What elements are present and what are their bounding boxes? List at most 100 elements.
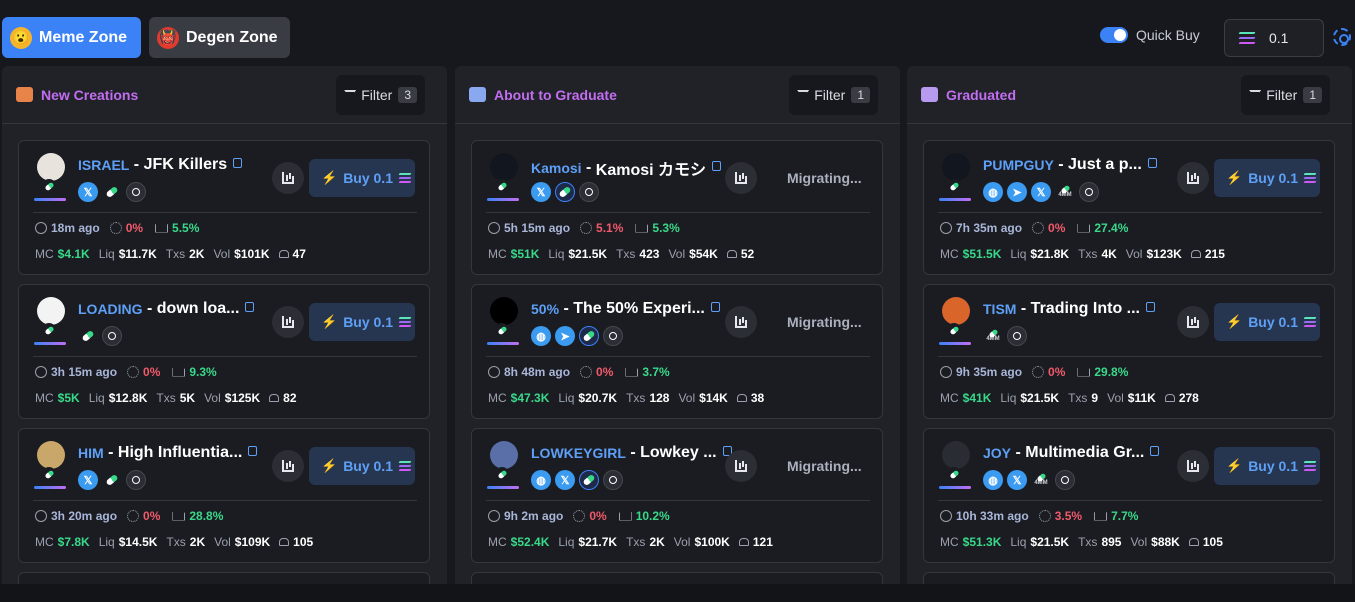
token-ticker[interactable]: 50% — [531, 301, 559, 317]
x-twitter-icon[interactable]: 𝕏 — [531, 182, 551, 202]
copy-icon[interactable] — [245, 302, 255, 312]
chart-button[interactable] — [1177, 450, 1209, 482]
chart-button[interactable] — [725, 306, 757, 338]
token-card[interactable]: PUMPGUY - Just a p... ◍ ➤ 𝕏 4MM ⚡ Buy 0.1 7h 35… — [923, 140, 1335, 275]
pill-icon[interactable] — [555, 182, 575, 202]
token-card[interactable]: JOY - Multimedia Gr... ◍ 𝕏 4MM ⚡ Buy 0.1 10h 3… — [923, 428, 1335, 563]
search-icon[interactable] — [102, 326, 122, 346]
token-age: 18m ago — [51, 221, 100, 235]
token-ticker[interactable]: PUMPGUY — [983, 157, 1054, 173]
copy-icon[interactable] — [1147, 158, 1157, 168]
social-links: ◍ 𝕏 — [531, 470, 623, 490]
liq-label: Liq — [558, 535, 575, 549]
token-card[interactable]: 50% - The 50% Experi... ◍ ➤ Migrating... 8h … — [471, 284, 883, 419]
four-mm-icon[interactable]: 4MM — [983, 326, 1003, 346]
x-twitter-icon[interactable]: 𝕏 — [1007, 470, 1027, 490]
quick-buy-toggle[interactable] — [1100, 27, 1128, 43]
search-icon[interactable] — [603, 326, 623, 346]
chart-button[interactable] — [1177, 162, 1209, 194]
buy-button[interactable]: ⚡ Buy 0.1 — [309, 159, 415, 197]
filter-button[interactable]: Filter 3 — [336, 75, 425, 115]
search-icon[interactable] — [1055, 470, 1075, 490]
chart-button[interactable] — [725, 450, 757, 482]
token-card[interactable]: HIM - High Influentia... 𝕏 ⚡ Buy 0.1 3h 20m … — [18, 428, 430, 563]
dev-hold-icon — [580, 222, 593, 234]
pill-icon[interactable] — [579, 470, 599, 490]
token-card[interactable]: TISM - Trading Into ... 4MM ⚡ Buy 0.1 9h 35m… — [923, 284, 1335, 419]
meme-zone-tab[interactable]: 😮 Meme Zone — [2, 17, 141, 58]
buy-button[interactable]: ⚡ Buy 0.1 — [309, 447, 415, 485]
gear-icon[interactable] — [1333, 28, 1351, 46]
token-ticker[interactable]: Kamosi — [531, 160, 582, 176]
clock-icon — [35, 222, 47, 234]
x-twitter-icon[interactable]: 𝕏 — [78, 182, 98, 202]
token-ticker[interactable]: JOY — [983, 445, 1011, 461]
telegram-icon[interactable]: ➤ — [1007, 182, 1027, 202]
pill-icon[interactable] — [102, 470, 122, 490]
search-icon[interactable] — [1079, 182, 1099, 202]
buy-button[interactable]: ⚡ Buy 0.1 — [1214, 159, 1320, 197]
search-icon[interactable] — [126, 470, 146, 490]
mc-label: MC — [940, 391, 959, 405]
filter-button[interactable]: Filter 1 — [789, 75, 878, 115]
token-ticker[interactable]: ISRAEL — [78, 157, 129, 173]
txs-label: Txs — [616, 247, 636, 261]
globe-icon[interactable]: ◍ — [531, 326, 551, 346]
x-twitter-icon[interactable]: 𝕏 — [78, 470, 98, 490]
globe-icon[interactable]: ◍ — [531, 470, 551, 490]
globe-icon[interactable]: ◍ — [983, 182, 1003, 202]
mc-value: $41K — [962, 391, 992, 405]
token-card[interactable]: LOWKEYGIRL - Lowkey ... ◍ 𝕏 Migrating... 9h … — [471, 428, 883, 563]
copy-icon[interactable] — [710, 302, 720, 312]
stats-row-time: 18m ago 0% 5.5% — [35, 221, 199, 235]
globe-icon[interactable]: ◍ — [983, 470, 1003, 490]
copy-icon[interactable] — [1146, 302, 1155, 312]
token-card[interactable]: Kamosi - Kamosi カモシ 𝕏 Migrating... 5h 15m a… — [471, 140, 883, 275]
token-avatar — [490, 153, 518, 181]
stats-row-time: 10h 33m ago 3.5% 7.7% — [940, 509, 1138, 523]
token-ticker[interactable]: HIM — [78, 445, 104, 461]
copy-icon[interactable] — [233, 158, 243, 168]
liq-value: $12.8K — [108, 391, 148, 405]
chart-button[interactable] — [272, 450, 304, 482]
buy-button[interactable]: ⚡ Buy 0.1 — [309, 303, 415, 341]
x-twitter-icon[interactable]: 𝕏 — [1031, 182, 1051, 202]
pill-icon[interactable] — [78, 326, 98, 346]
chart-button[interactable] — [725, 162, 757, 194]
buy-button[interactable]: ⚡ Buy 0.1 — [1214, 303, 1320, 341]
search-icon[interactable] — [1007, 326, 1027, 346]
pill-icon[interactable] — [579, 326, 599, 346]
social-links: 𝕏 — [78, 182, 146, 202]
search-icon[interactable] — [126, 182, 146, 202]
four-mm-icon[interactable]: 4MM — [1031, 470, 1051, 490]
buy-button[interactable]: ⚡ Buy 0.1 — [1214, 447, 1320, 485]
vol-label: Vol — [673, 535, 691, 549]
filter-button[interactable]: Filter 1 — [1241, 75, 1330, 115]
token-ticker[interactable]: LOWKEYGIRL — [531, 445, 626, 461]
copy-icon[interactable] — [712, 161, 722, 171]
search-icon[interactable] — [603, 470, 623, 490]
search-icon[interactable] — [579, 182, 599, 202]
chart-button[interactable] — [272, 306, 304, 338]
copy-icon[interactable] — [1150, 446, 1160, 456]
degen-zone-tab[interactable]: 👹 Degen Zone — [149, 17, 290, 58]
social-links: ◍ ➤ 𝕏 4MM — [983, 182, 1099, 202]
token-ticker[interactable]: LOADING — [78, 301, 143, 317]
mc-value: $52.4K — [510, 535, 550, 549]
stats-row-market: MC $47.3K Liq $20.7K Txs 128 Vol $14K 38 — [488, 391, 773, 405]
chart-button[interactable] — [1177, 306, 1209, 338]
token-card[interactable]: LOADING - down loa... ⚡ Buy 0.1 3h 15m ago 0… — [18, 284, 430, 419]
top-bar: 😮 Meme Zone 👹 Degen Zone Quick Buy 0.1 — [0, 0, 1355, 66]
copy-icon[interactable] — [248, 446, 258, 456]
token-ticker[interactable]: TISM — [983, 301, 1016, 317]
pill-badge-icon — [495, 467, 509, 481]
card-divider — [938, 356, 1322, 357]
telegram-icon[interactable]: ➤ — [555, 326, 575, 346]
chart-button[interactable] — [272, 162, 304, 194]
progress-bar — [939, 198, 971, 201]
quick-buy-amount-input[interactable]: 0.1 — [1224, 19, 1324, 57]
pill-icon[interactable] — [102, 182, 122, 202]
four-mm-icon[interactable]: 4MM — [1055, 182, 1075, 202]
x-twitter-icon[interactable]: 𝕏 — [555, 470, 575, 490]
token-card[interactable]: ISRAEL - JFK Killers 𝕏 ⚡ Buy 0.1 18m ago 0% 5.… — [18, 140, 430, 275]
